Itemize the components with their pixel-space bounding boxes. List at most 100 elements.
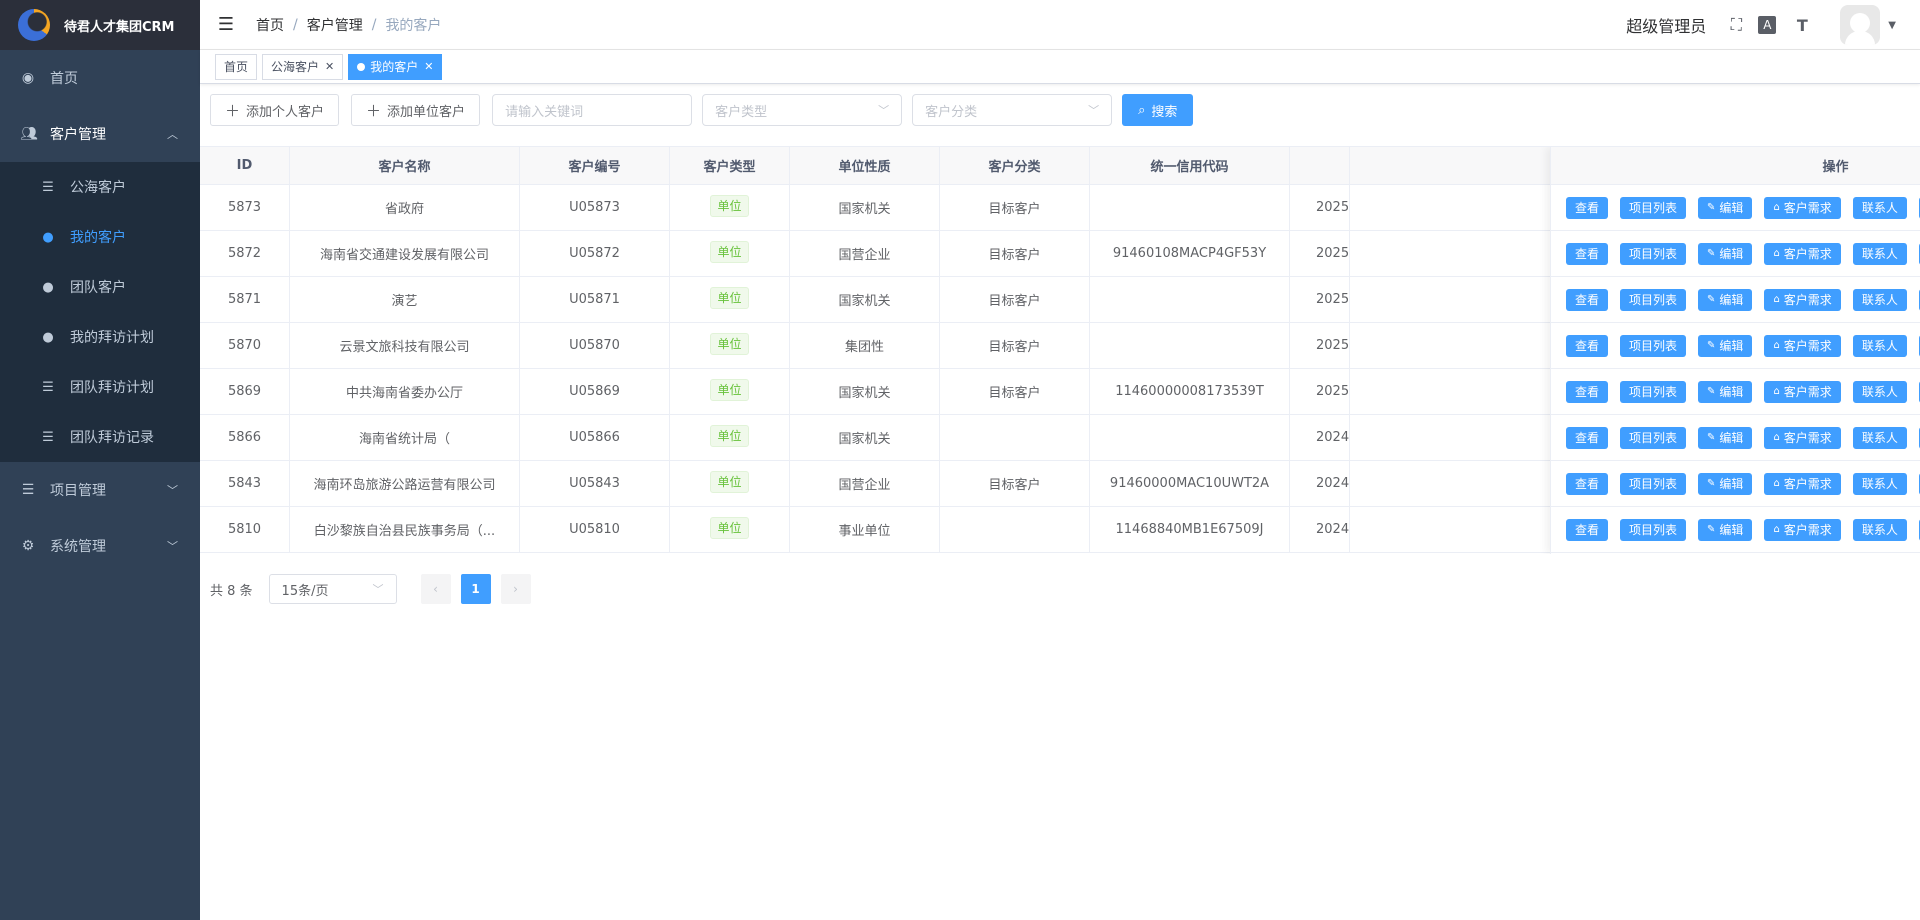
tag-public-customers[interactable]: 公海客户 ✕ [262, 53, 344, 80]
chevron-down-icon: ﹀ [878, 104, 890, 117]
contacts-button[interactable]: 联系人 [1852, 288, 1907, 311]
view-button[interactable]: 查看 [1566, 196, 1609, 219]
table-header-row: 操作 [1551, 147, 1920, 185]
view-button[interactable]: 查看 [1566, 288, 1609, 311]
list-icon: ☰ [42, 379, 54, 395]
edit-button[interactable]: ✎ 编辑 [1698, 242, 1753, 265]
close-icon[interactable]: ✕ [325, 60, 334, 73]
cell-nature: 国家机关 [790, 277, 940, 322]
cell-credit-code: 91460108MACP4GF53Y [1090, 231, 1290, 276]
add-unit-customer-button[interactable]: ＋ 添加单位客户 [351, 94, 481, 126]
sidebar-item-team-visit-plan[interactable]: ☰ 团队拜访计划 [0, 362, 200, 412]
customer-needs-button[interactable]: ⌂ 客户需求 [1764, 196, 1841, 219]
project-list-button[interactable]: 项目列表 [1620, 288, 1687, 311]
logo[interactable]: 待君人才集团CRM [0, 0, 200, 50]
sidebar-item-team-visit-records[interactable]: ☰ 团队拜访记录 [0, 412, 200, 462]
customer-needs-button[interactable]: ⌂ 客户需求 [1764, 380, 1841, 403]
edit-button[interactable]: ✎ 编辑 [1698, 380, 1753, 403]
view-button[interactable]: 查看 [1566, 518, 1609, 541]
sidebar-item-my-visit-plan[interactable]: ● 我的拜访计划 [0, 312, 200, 362]
tag-home[interactable]: 首页 [215, 53, 258, 80]
contacts-button[interactable]: 联系人 [1852, 242, 1907, 265]
contacts-button[interactable]: 联系人 [1852, 380, 1907, 403]
active-dot [357, 62, 366, 71]
contacts-button[interactable]: 联系人 [1852, 334, 1907, 357]
edit-button[interactable]: ✎ 编辑 [1698, 288, 1753, 311]
edit-button[interactable]: ✎ 编辑 [1698, 334, 1753, 357]
caret-down-icon[interactable]: ▼ [1888, 20, 1896, 31]
view-button[interactable]: 查看 [1566, 242, 1609, 265]
next-page-button[interactable]: › [500, 574, 531, 604]
cell-type: 单位 [670, 507, 790, 552]
edit-button[interactable]: ✎ 编辑 [1698, 472, 1753, 495]
cell-name: 白沙黎族自治县民族事务局（... [290, 507, 520, 552]
logo-icon [18, 9, 50, 41]
view-button[interactable]: 查看 [1566, 426, 1609, 449]
customer-category-select[interactable]: 客户分类 ﹀ [912, 94, 1113, 126]
pagination-total: 共 8 条 [210, 583, 253, 599]
sidebar-item-public-customers[interactable]: ☰ 公海客户 [0, 162, 200, 212]
close-icon[interactable]: ✕ [424, 60, 433, 73]
search-button[interactable]: ⌕ 搜索 [1122, 94, 1194, 126]
page-size-select[interactable]: 15条/页 ﹀ [268, 574, 397, 604]
edit-button[interactable]: ✎ 编辑 [1698, 426, 1753, 449]
fullscreen-icon[interactable]: ⛶ [1724, 13, 1748, 37]
chevron-down-icon: ﹀ [372, 583, 384, 596]
sidebar-item-project-management[interactable]: ☰ 项目管理 ﹀ [0, 462, 200, 518]
sidebar-item-team-customers[interactable]: ● 团队客户 [0, 262, 200, 312]
project-list-button[interactable]: 项目列表 [1620, 242, 1687, 265]
project-list-button[interactable]: 项目列表 [1620, 380, 1687, 403]
submenu-customer: ☰ 公海客户 ● 我的客户 ● 团队客户 ● 我的拜访计划 ☰ 团队拜访计划 ☰… [0, 162, 200, 462]
project-list-button[interactable]: 项目列表 [1620, 426, 1687, 449]
header-id: ID [200, 147, 290, 184]
cell-id: 5866 [200, 415, 290, 460]
contacts-button[interactable]: 联系人 [1852, 518, 1907, 541]
hamburger-icon[interactable]: ☰ [216, 14, 236, 35]
sidebar-item-customer-management[interactable]: 👥︎ 客户管理 ︿ [0, 106, 200, 162]
customer-needs-button[interactable]: ⌂ 客户需求 [1764, 288, 1841, 311]
view-button[interactable]: 查看 [1566, 380, 1609, 403]
cell-date: 2025- [1290, 231, 1350, 276]
project-list-button[interactable]: 项目列表 [1620, 334, 1687, 357]
breadcrumb-separator: / [293, 16, 298, 33]
sidebar: 待君人才集团CRM ◉ 首页 👥︎ 客户管理 ︿ ☰ 公海客户 ● 我的客户 ●… [0, 0, 200, 920]
prev-page-button[interactable]: ‹ [420, 574, 451, 604]
tag-my-customers[interactable]: 我的客户 ✕ [348, 53, 443, 80]
customer-needs-button[interactable]: ⌂ 客户需求 [1764, 472, 1841, 495]
contacts-button[interactable]: 联系人 [1852, 472, 1907, 495]
view-button[interactable]: 查看 [1566, 472, 1609, 495]
edit-button[interactable]: ✎ 编辑 [1698, 196, 1753, 219]
font-size-icon[interactable]: T [1790, 13, 1814, 37]
cell-ops: 查看项目列表✎编辑⌂客户需求联系人▣临时拜访放弃 [1551, 507, 1920, 552]
cell-name: 省政府 [290, 185, 520, 230]
keyword-input[interactable]: 请输入关键词 [492, 94, 693, 126]
plus-icon: ＋ [366, 101, 382, 120]
breadcrumb-home[interactable]: 首页 [256, 15, 284, 35]
sidebar-item-system-management[interactable]: ⚙ 系统管理 ﹀ [0, 518, 200, 574]
customer-needs-button[interactable]: ⌂ 客户需求 [1764, 426, 1841, 449]
sidebar-item-home[interactable]: ◉ 首页 [0, 50, 200, 106]
customer-needs-button[interactable]: ⌂ 客户需求 [1764, 334, 1841, 357]
cell-date: 2025- [1290, 323, 1350, 368]
edit-button[interactable]: ✎ 编辑 [1698, 518, 1753, 541]
view-button[interactable]: 查看 [1566, 334, 1609, 357]
page-number[interactable]: 1 [460, 574, 491, 604]
button-label: 项目列表 [1629, 431, 1678, 445]
customer-type-select[interactable]: 客户类型 ﹀ [702, 94, 903, 126]
add-person-customer-button[interactable]: ＋ 添加个人客户 [210, 94, 340, 126]
project-list-button[interactable]: 项目列表 [1620, 196, 1687, 219]
customer-needs-button[interactable]: ⌂ 客户需求 [1764, 242, 1841, 265]
cell-date: 2024- [1290, 461, 1350, 506]
cell-date: 2025- [1290, 185, 1350, 230]
chevron-down-icon: ﹀ [167, 484, 178, 497]
avatar[interactable] [1840, 5, 1881, 45]
project-list-button[interactable]: 项目列表 [1620, 518, 1687, 541]
translate-icon[interactable]: A [1758, 16, 1777, 34]
breadcrumb-customer-management[interactable]: 客户管理 [307, 15, 363, 35]
customer-needs-button[interactable]: ⌂ 客户需求 [1764, 518, 1841, 541]
contacts-button[interactable]: 联系人 [1852, 196, 1907, 219]
contacts-button[interactable]: 联系人 [1852, 426, 1907, 449]
button-label: 客户需求 [1783, 523, 1832, 537]
sidebar-item-my-customers[interactable]: ● 我的客户 [0, 212, 200, 262]
project-list-button[interactable]: 项目列表 [1620, 472, 1687, 495]
